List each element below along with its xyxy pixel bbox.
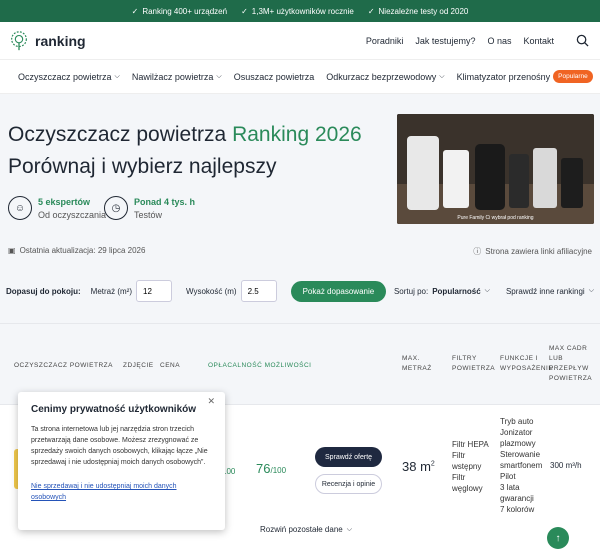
cookie-title: Cenimy prywatność użytkowników (31, 404, 197, 415)
max-area-value: 38 m2 (402, 459, 435, 474)
other-rankings-dropdown[interactable]: Sprawdź inne rankingi (506, 287, 585, 296)
room-fit-bar: Dopasuj do pokoju: Metraż (m²) Wysokość … (6, 280, 594, 302)
category-dehumidifier[interactable]: Osuszacz powietrza (234, 72, 315, 82)
nav-item-how-we-test[interactable]: Jak testujemy? (415, 36, 475, 46)
category-portable-ac[interactable]: Klimatyzator przenośny Popularne (457, 70, 593, 83)
hero-section: Oczyszczacz powietrza Ranking 2026 Porów… (0, 94, 600, 339)
do-not-sell-link[interactable]: Nie sprzedawaj i nie udostępniaj moich d… (31, 481, 212, 503)
chevron-down-icon: ⌵ (114, 72, 120, 80)
col-product[interactable]: OCZYSZCZACZ POWIETRZA (14, 361, 113, 371)
search-button[interactable] (572, 31, 592, 51)
check-icon: ✓ (131, 6, 139, 16)
nav-item-contact[interactable]: Kontakt (523, 36, 554, 46)
cookie-consent-dialog: ✕ Cenimy prywatność użytkowników Ta stro… (18, 392, 225, 530)
height-label: Wysokość (m) (186, 286, 237, 296)
cookie-body: Ta strona internetowa lub jej narzędzia … (31, 426, 208, 466)
col-filters[interactable]: FILTRY POWIETRZA (452, 354, 495, 374)
sort-label: Sortuj po: (393, 286, 429, 296)
review-button[interactable]: Recenzja i opinie (315, 474, 382, 494)
col-price[interactable]: CENA (160, 361, 180, 371)
experts-icon: ☺ (8, 196, 32, 220)
experts-stat: ☺ 5 ekspertów Od oczyszczania (8, 196, 106, 220)
chevron-down-icon: ⌵ (588, 287, 594, 294)
functions-list: Tryb auto Jonizator plazmowy Sterowanie … (500, 417, 543, 514)
calendar-icon: ▣ (8, 246, 16, 255)
purifiers-photo (397, 114, 594, 224)
site-header: ranking Poradniki Jak testujemy? O nas K… (0, 22, 600, 60)
filters-list: Filtr HEPA Filtr wstępny Filtr węglowy (452, 440, 489, 493)
tests-stat: ◷ Ponad 4 tys. h Testów (104, 196, 195, 220)
page-subtitle: Porównaj i wybierz najlepszy (8, 155, 277, 178)
category-air-purifier[interactable]: Oczyszczacz powietrza ⌵ (18, 72, 120, 82)
topbar-item: ✓ 1,3M+ użytkowników rocznie (241, 6, 354, 16)
check-icon: ✓ (241, 6, 248, 16)
area-label: Metraż (m²) (90, 286, 132, 296)
expand-more-data[interactable]: Rozwiń pozostałe dane ⌵ (260, 525, 352, 534)
arrow-up-icon: ↑ (555, 532, 561, 544)
scroll-top-button[interactable]: ↑ (547, 527, 569, 549)
main-nav: Poradniki Jak testujemy? O nas Kontakt (366, 31, 592, 51)
top-announcement-bar: ✓ Ranking 400+ urządzeń ✓ 1,3M+ użytkownik… (0, 0, 600, 22)
image-caption: Pure Family Ci wybrał pod ranking (457, 215, 534, 221)
col-functions[interactable]: FUNKCJE I WYPOSAŻENIE (500, 354, 553, 374)
fit-label: Dopasuj do pokoju: (6, 286, 81, 296)
col-value[interactable]: OPŁACALNOŚĆ MOŻLIWOŚCI (208, 361, 311, 371)
popular-badge: Popularne (553, 70, 593, 83)
logo[interactable]: ranking (8, 30, 86, 52)
tree-logo-icon (11, 30, 27, 50)
category-humidifier[interactable]: Nawilżacz powietrza ⌵ (132, 72, 222, 82)
chevron-down-icon: ⌵ (346, 525, 353, 533)
clock-icon: ◷ (104, 196, 128, 220)
last-updated: ▣ Ostatnia aktualizacja: 29 lipca 2026 (8, 246, 146, 255)
col-area[interactable]: MAX. METRAŻ (402, 354, 438, 374)
topbar-item: ✓ Ranking 400+ urządzeń (131, 6, 228, 16)
info-icon: ⓘ (473, 247, 482, 256)
chevron-down-icon: ⌵ (216, 72, 222, 80)
topbar-item: ✓ Niezależne testy od 2020 (367, 6, 469, 16)
category-bar: Oczyszczacz powietrza ⌵ Nawilżacz powietr… (0, 60, 600, 94)
hero-image: Pure Family Ci wybrał pod ranking (397, 114, 594, 224)
cadr-value: 300 m³/h (550, 461, 582, 470)
sort-dropdown[interactable]: Popularność (432, 287, 480, 296)
show-fit-button[interactable]: Pokaż dopasowanie (290, 280, 387, 302)
affiliate-note: ⓘ Strona zawiera linki afiliacyjne (473, 247, 592, 256)
chevron-down-icon: ⌵ (484, 287, 490, 294)
category-cordless-vacuum[interactable]: Odkurzacz bezprzewodowy ⌵ (326, 72, 444, 82)
check-offer-button[interactable]: Sprawdź ofertę (315, 447, 382, 467)
close-icon[interactable]: ✕ (207, 396, 215, 407)
score-value-2: 76/100 (256, 461, 287, 476)
chevron-down-icon: ⌵ (439, 72, 445, 80)
search-icon (576, 34, 589, 47)
col-photo: ZDJĘCIE (123, 362, 154, 369)
nav-item-guides[interactable]: Poradniki (366, 36, 404, 46)
height-input[interactable] (240, 280, 277, 302)
logo-text: ranking (35, 32, 86, 49)
sort-control: Sortuj po: Popularność ⌵ Sprawdź inne ran… (394, 287, 594, 296)
col-cadr[interactable]: MAX CADR LUB PRZEPŁYW POWIETRZA (549, 344, 593, 384)
area-input[interactable] (136, 280, 172, 302)
check-icon: ✓ (367, 6, 375, 16)
nav-item-about[interactable]: O nas (487, 36, 511, 46)
page-title: Oczyszczacz powietrza Ranking 2026 (8, 123, 362, 146)
